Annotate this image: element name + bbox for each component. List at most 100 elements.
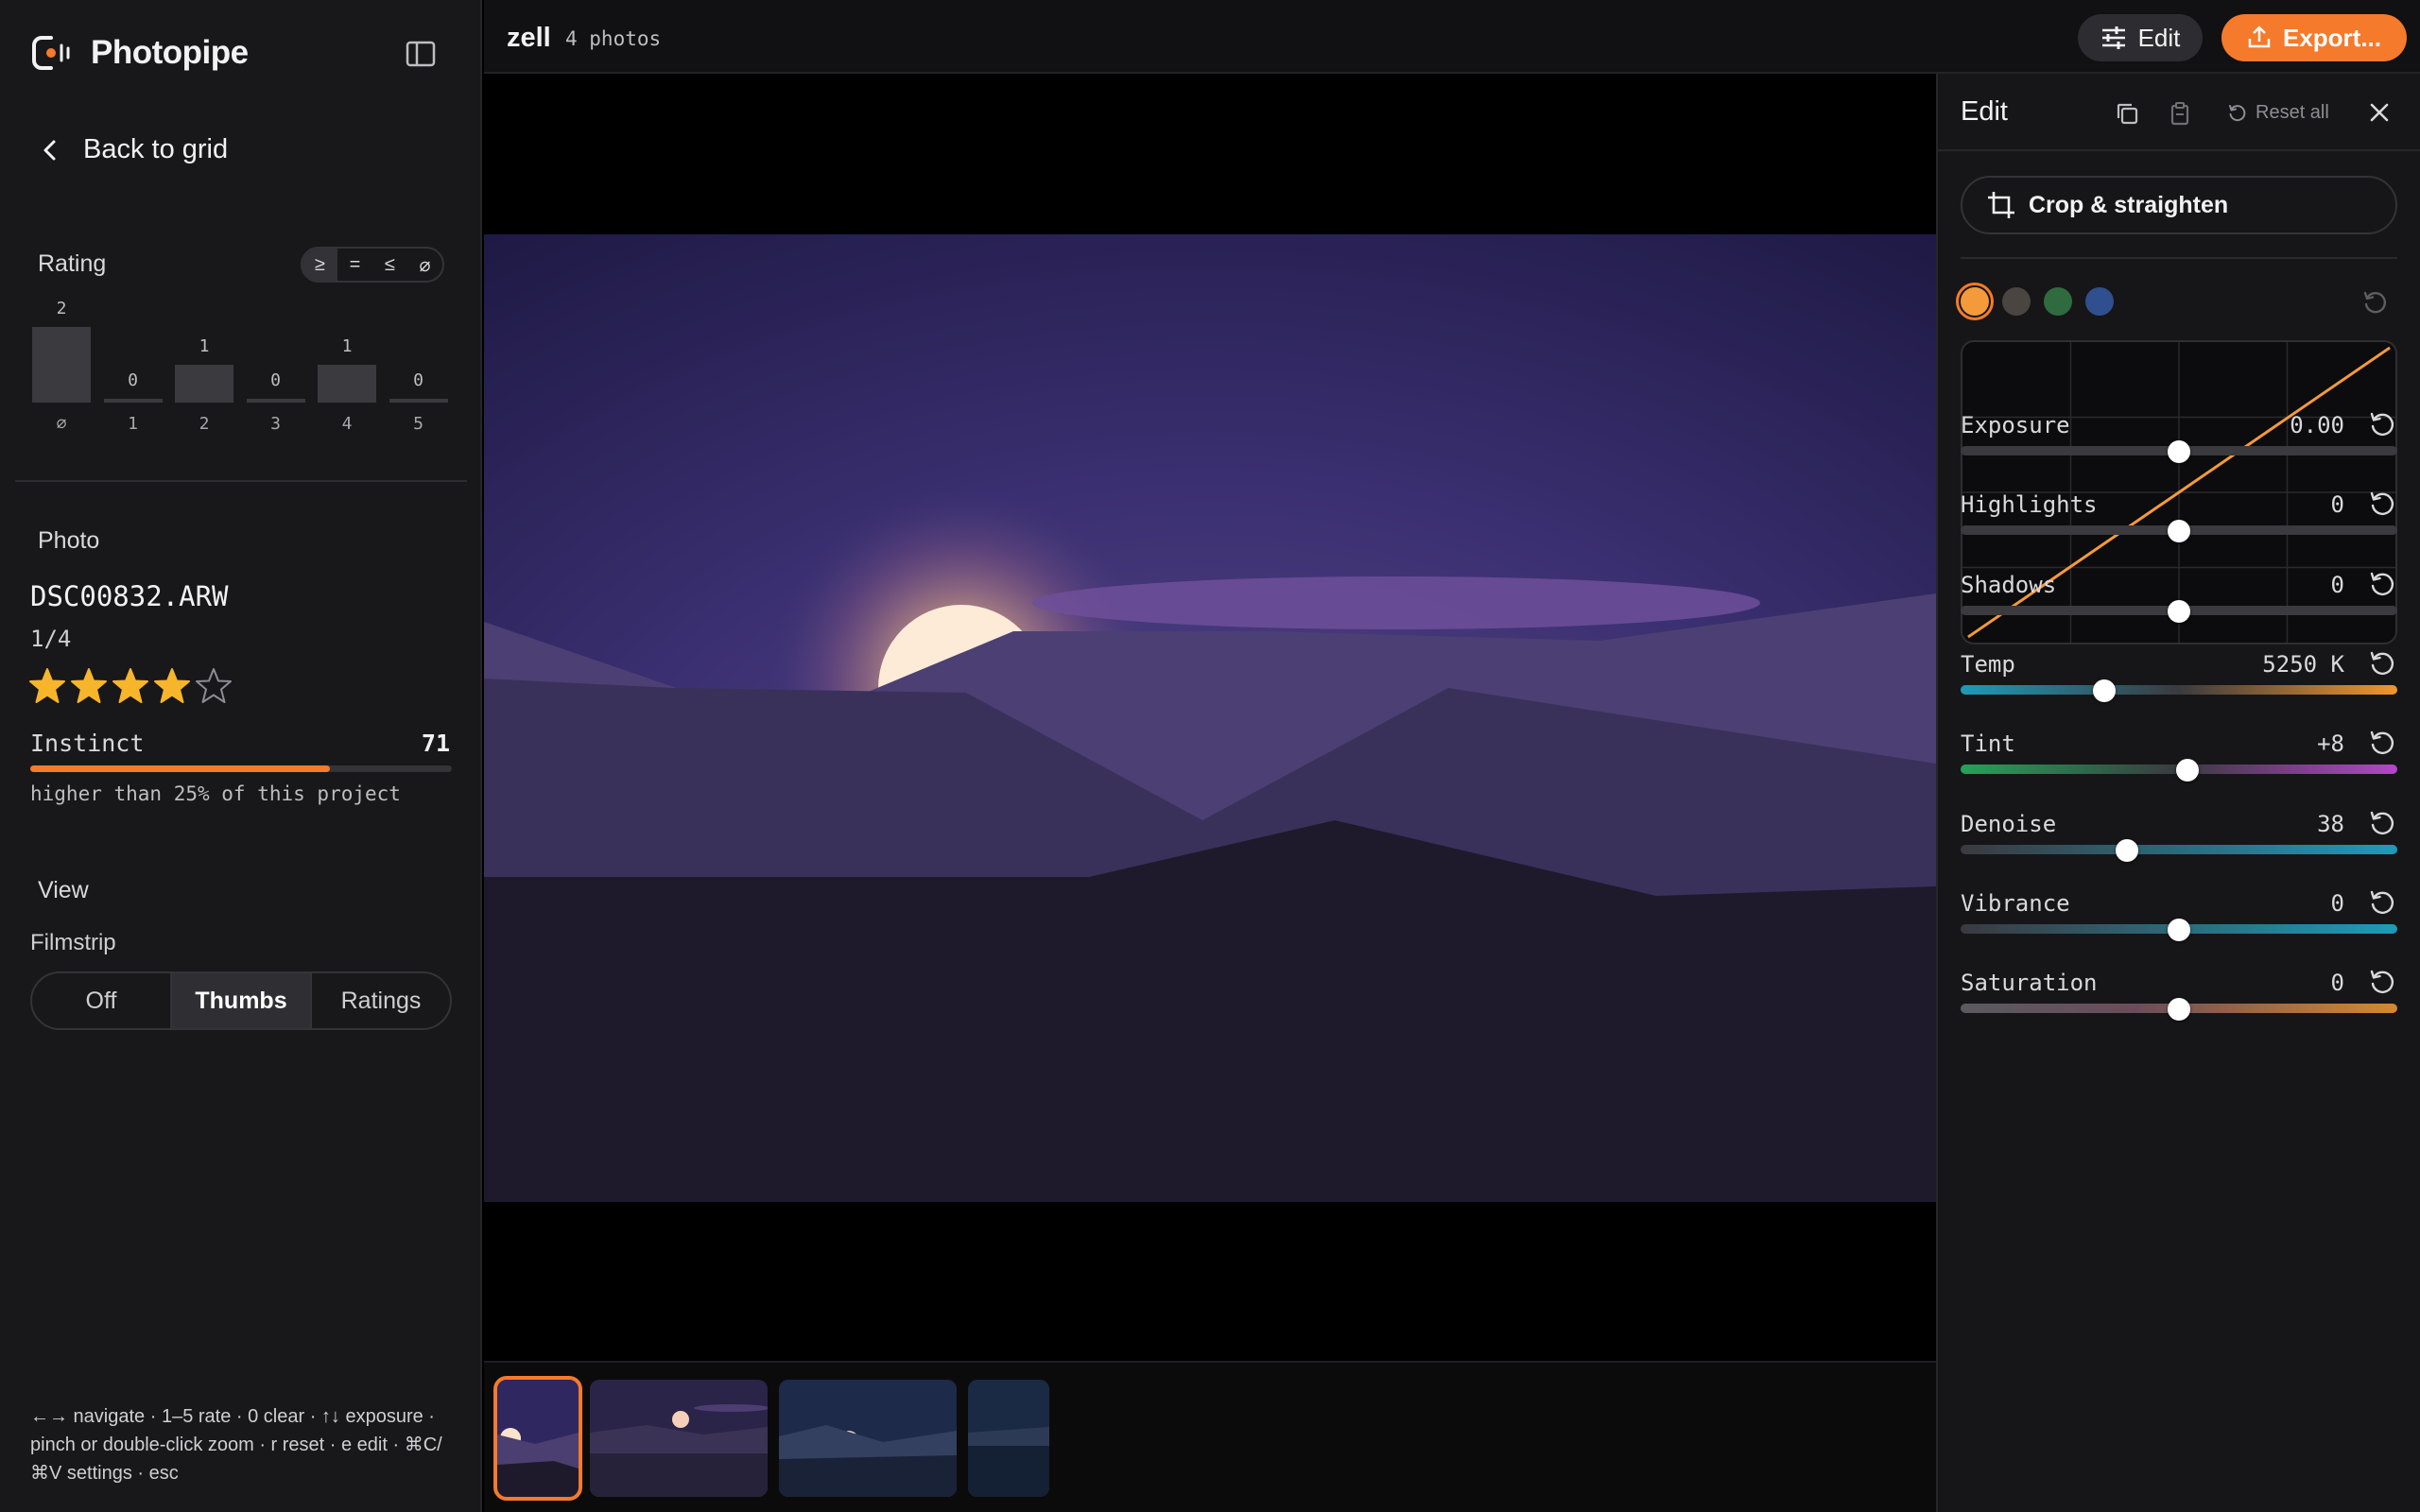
curve-channel-2[interactable] <box>2044 287 2072 316</box>
histogram-label: 1 <box>128 414 138 434</box>
reset-icon[interactable] <box>2367 809 2397 839</box>
slider-label: Temp <box>1961 650 2015 678</box>
close-icon[interactable] <box>2365 98 2394 127</box>
slider-value: 0.00 <box>2290 412 2344 438</box>
reset-icon[interactable] <box>2367 649 2397 679</box>
copy-settings-icon[interactable] <box>2114 100 2140 127</box>
slider-highlights: Highlights 0 <box>1961 491 2397 558</box>
keyboard-shortcuts-hint: ←→ navigate · 1–5 rate · 0 clear · ↑↓ ex… <box>30 1406 442 1484</box>
filmstrip-option-ratings[interactable]: Ratings <box>312 973 450 1028</box>
curve-reset-icon[interactable] <box>2361 289 2390 318</box>
slider-handle[interactable] <box>2176 759 2200 782</box>
crop-label: Crop & straighten <box>2029 191 2229 218</box>
photo-section-title: Photo <box>38 527 100 554</box>
reset-all-button[interactable]: Reset all <box>2227 102 2329 124</box>
star-filled-icon[interactable] <box>153 667 191 705</box>
histogram-column[interactable]: 12 <box>175 302 233 435</box>
slider-handle[interactable] <box>2168 440 2190 463</box>
edit-button[interactable]: Edit <box>2078 14 2203 61</box>
slider-label: Saturation <box>1961 970 2098 997</box>
thumbnail-image <box>497 1380 579 1497</box>
curve-channel-3[interactable] <box>2085 287 2114 316</box>
filmstrip-option-thumbs[interactable]: Thumbs <box>172 973 312 1028</box>
histogram-column[interactable]: 03 <box>246 302 305 435</box>
histogram-column[interactable]: 05 <box>389 302 448 435</box>
histogram-count: 1 <box>341 336 353 356</box>
curve-channel-0[interactable] <box>1956 283 1994 320</box>
slider-track[interactable] <box>1961 844 2397 854</box>
back-to-grid-button[interactable]: Back to grid <box>42 134 228 165</box>
slider-label: Vibrance <box>1961 889 2070 917</box>
photo-index: 1/4 <box>30 626 72 652</box>
slider-handle[interactable] <box>2168 998 2190 1022</box>
slider-handle[interactable] <box>2115 838 2138 862</box>
rating-filter-2[interactable]: ≤ <box>372 249 407 281</box>
sidebar-toggle-icon[interactable] <box>405 38 437 70</box>
slider-handle[interactable] <box>2168 918 2190 941</box>
histogram-bar <box>389 399 448 403</box>
histogram-bar <box>246 399 305 403</box>
slider-value: 0 <box>2330 970 2344 997</box>
filmstrip-thumb-1[interactable] <box>493 1376 582 1501</box>
slider-label: Denoise <box>1961 810 2057 837</box>
divider <box>1961 257 2397 259</box>
histogram-count: 0 <box>413 370 424 390</box>
back-label: Back to grid <box>83 134 229 164</box>
histogram-count: 1 <box>199 336 210 356</box>
histogram-count: 0 <box>270 370 281 390</box>
reset-icon[interactable] <box>2367 490 2397 520</box>
reset-all-label: Reset all <box>2256 102 2329 123</box>
app-name: Photopipe <box>91 34 249 71</box>
rating-filter-0[interactable]: ≥ <box>302 249 337 281</box>
slider-value: 0 <box>2330 889 2344 917</box>
slider-handle[interactable] <box>2093 679 2117 702</box>
filmstrip-thumb-2[interactable] <box>590 1380 768 1497</box>
histogram-count: 0 <box>128 370 138 390</box>
slider-label: Exposure <box>1961 412 2070 438</box>
histogram-column[interactable]: 14 <box>318 302 376 435</box>
histogram-label: 3 <box>270 414 281 434</box>
filmstrip-option-off[interactable]: Off <box>32 973 172 1028</box>
histogram-label: 5 <box>413 414 424 434</box>
thumbnail-image <box>779 1380 957 1497</box>
slider-exposure: Exposure 0.00 <box>1961 412 2397 478</box>
slider-denoise: Denoise 38 <box>1961 811 2397 877</box>
filmstrip-thumb-3[interactable] <box>779 1380 957 1497</box>
histogram-column[interactable]: 01 <box>103 302 163 435</box>
paste-settings-icon[interactable] <box>2167 100 2193 127</box>
filmstrip-thumb-4[interactable] <box>968 1380 1049 1497</box>
reset-icon[interactable] <box>2367 570 2397 600</box>
rating-filter-3[interactable]: ⌀ <box>407 249 442 281</box>
crop-straighten-button[interactable]: Crop & straighten <box>1961 176 2397 234</box>
slider-handle[interactable] <box>2168 599 2190 623</box>
export-button-label: Export... <box>2282 23 2381 52</box>
export-button[interactable]: Export... <box>2221 14 2407 61</box>
reset-icon[interactable] <box>2367 968 2397 998</box>
reset-icon <box>2229 104 2246 121</box>
slider-handle[interactable] <box>2168 520 2190 543</box>
sliders-icon <box>2101 26 2125 49</box>
slider-track[interactable] <box>1961 684 2397 695</box>
rating-filter-1[interactable]: = <box>337 249 372 281</box>
reset-icon[interactable] <box>2367 888 2397 919</box>
reset-icon[interactable] <box>2367 410 2397 440</box>
star-filled-icon[interactable] <box>112 667 149 705</box>
curve-channel-1[interactable] <box>2002 287 2031 316</box>
chevron-left-icon <box>43 140 56 160</box>
reset-icon[interactable] <box>2367 729 2397 759</box>
photo-preview[interactable] <box>484 234 1936 1202</box>
filmstrip <box>484 1361 1936 1512</box>
divider <box>15 480 467 482</box>
slider-saturation: Saturation 0 <box>1961 970 2397 1036</box>
photo-count: 4 photos <box>565 27 662 50</box>
star-filled-icon[interactable] <box>28 667 66 705</box>
histogram-column[interactable]: 2 ⌀ <box>32 299 91 435</box>
star-filled-icon[interactable] <box>70 667 108 705</box>
logo: Photopipe <box>32 32 249 74</box>
star-rating[interactable] <box>28 667 233 705</box>
photo-viewer[interactable] <box>484 76 1936 1361</box>
star-empty-icon[interactable] <box>195 667 233 705</box>
photo-filename: DSC00832.ARW <box>30 580 229 612</box>
slider-shadows: Shadows 0 <box>1961 572 2397 638</box>
histogram-label: ⌀ <box>56 414 67 434</box>
